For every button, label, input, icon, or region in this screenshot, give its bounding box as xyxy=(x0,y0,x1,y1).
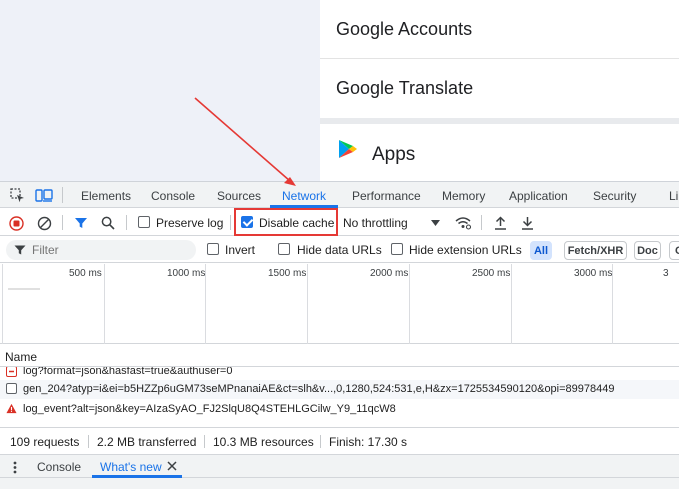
network-toolbar: Preserve log Disable cache No throttling xyxy=(0,209,679,236)
play-store-icon xyxy=(339,140,357,158)
transferred-size: 2.2 MB transferred xyxy=(97,435,197,449)
type-chip-all[interactable]: All xyxy=(530,241,552,260)
timeline-grid-line xyxy=(511,264,512,344)
toolbar-separator xyxy=(62,215,63,230)
export-har-icon[interactable] xyxy=(519,215,535,231)
document-icon xyxy=(6,383,17,394)
inspect-element-icon[interactable] xyxy=(9,187,25,203)
requests-table-header: Name xyxy=(0,345,679,367)
request-error-icon xyxy=(6,367,17,377)
timeline-tick-label: 1500 ms xyxy=(268,268,307,279)
tab-application[interactable]: Application xyxy=(509,189,568,203)
filter-input[interactable] xyxy=(32,243,192,257)
tab-sources[interactable]: Sources xyxy=(217,189,261,203)
column-header-name[interactable]: Name xyxy=(5,350,37,364)
invert-label: Invert xyxy=(225,243,256,257)
section-divider xyxy=(320,118,679,124)
hide-data-urls-checkbox[interactable] xyxy=(278,243,290,255)
close-icon[interactable] xyxy=(166,460,178,472)
toolbar-separator xyxy=(481,215,482,230)
type-chip-doc[interactable]: Doc xyxy=(634,241,661,260)
more-options-icon[interactable] xyxy=(8,459,22,475)
filter-icon xyxy=(14,244,26,256)
preserve-log-label: Preserve log xyxy=(156,216,224,230)
timeline-grid-line xyxy=(409,264,410,344)
invert-checkbox[interactable] xyxy=(207,243,219,255)
toolbar-separator xyxy=(230,215,231,230)
filter-input-container xyxy=(6,240,196,260)
request-name: log_event?alt=json&key=AIzaSyAO_FJ2SlqU8… xyxy=(23,403,396,415)
table-row[interactable]: gen_204?atyp=i&ei=b5HZZp6uGM73seMPnanaiA… xyxy=(0,380,679,399)
request-name: gen_204?atyp=i&ei=b5HZZp6uGM73seMPnanaiA… xyxy=(23,383,615,395)
timeline-tick-label: 1000 ms xyxy=(167,268,206,279)
drawer-tab-whats-new[interactable]: What's new xyxy=(100,460,162,474)
drawer-tab-console[interactable]: Console xyxy=(37,460,81,474)
throttling-select[interactable]: No throttling xyxy=(343,216,408,230)
warning-icon xyxy=(6,403,17,414)
table-row[interactable]: log?format=json&hasfast=true&authuser=0 xyxy=(0,367,679,380)
tab-separator xyxy=(62,187,63,203)
record-stop-icon[interactable] xyxy=(8,215,24,231)
table-row[interactable]: log_event?alt=json&key=AIzaSyAO_FJ2SlqU8… xyxy=(0,400,679,419)
type-chip-css[interactable]: C xyxy=(669,241,679,260)
tab-elements[interactable]: Elements xyxy=(81,189,131,203)
network-overview-timeline[interactable]: 500 ms 1000 ms 1500 ms 2000 ms 2500 ms 3… xyxy=(0,264,679,344)
timeline-grid-line xyxy=(104,264,105,344)
filter-bar: Invert Hide data URLs Hide extension URL… xyxy=(0,237,679,263)
timeline-tick-label: 3 xyxy=(663,268,669,279)
hide-data-urls-label: Hide data URLs xyxy=(297,243,382,257)
status-separator xyxy=(320,435,321,448)
tab-performance[interactable]: Performance xyxy=(352,189,421,203)
preserve-log-checkbox[interactable] xyxy=(138,216,150,228)
apps-heading[interactable]: Apps xyxy=(372,144,415,166)
toolbar-separator xyxy=(126,215,127,230)
menu-item-google-translate[interactable]: Google Translate xyxy=(336,78,473,99)
device-toolbar-icon[interactable] xyxy=(35,187,53,203)
requests-table: log?format=json&hasfast=true&authuser=0 … xyxy=(0,367,679,426)
google-apps-panel: Google Accounts Google Translate Apps xyxy=(320,0,679,181)
finish-time: Finish: 17.30 s xyxy=(329,435,408,449)
menu-divider xyxy=(320,58,679,59)
annotation-highlight-box xyxy=(234,208,338,236)
drawer-tab-bar: Console What's new xyxy=(0,454,679,478)
tab-console[interactable]: Console xyxy=(151,189,195,203)
request-count: 109 requests xyxy=(10,435,80,449)
status-separator xyxy=(204,435,205,448)
tab-lighthouse[interactable]: Li xyxy=(669,189,678,203)
overview-request-bar xyxy=(8,288,40,290)
timeline-grid-line xyxy=(2,264,3,344)
timeline-tick-label: 2500 ms xyxy=(472,268,511,279)
search-icon[interactable] xyxy=(100,215,116,231)
clear-icon[interactable] xyxy=(36,215,52,231)
devtools-tab-bar: Elements Console Sources Network Perform… xyxy=(0,182,679,208)
tab-memory[interactable]: Memory xyxy=(442,189,485,203)
status-separator xyxy=(88,435,89,448)
network-conditions-icon[interactable] xyxy=(453,214,473,231)
hide-extension-urls-label: Hide extension URLs xyxy=(409,243,522,257)
timeline-grid-line xyxy=(307,264,308,344)
tab-security[interactable]: Security xyxy=(593,189,636,203)
import-har-icon[interactable] xyxy=(492,215,508,231)
resources-size: 10.3 MB resources xyxy=(213,435,314,449)
hide-extension-urls-checkbox[interactable] xyxy=(391,243,403,255)
drawer-content xyxy=(0,478,679,489)
timeline-tick-label: 3000 ms xyxy=(574,268,613,279)
filter-icon[interactable] xyxy=(73,215,89,231)
menu-item-google-accounts[interactable]: Google Accounts xyxy=(336,19,472,40)
timeline-tick-label: 500 ms xyxy=(69,268,102,279)
request-name: log?format=json&hasfast=true&authuser=0 xyxy=(23,367,233,377)
timeline-tick-label: 2000 ms xyxy=(370,268,409,279)
network-status-bar: 109 requests 2.2 MB transferred 10.3 MB … xyxy=(0,427,679,453)
tab-network[interactable]: Network xyxy=(282,189,326,203)
type-chip-fetch-xhr[interactable]: Fetch/XHR xyxy=(564,241,627,260)
devtools-panel: Elements Console Sources Network Perform… xyxy=(0,181,679,489)
chevron-down-icon[interactable] xyxy=(429,217,441,229)
